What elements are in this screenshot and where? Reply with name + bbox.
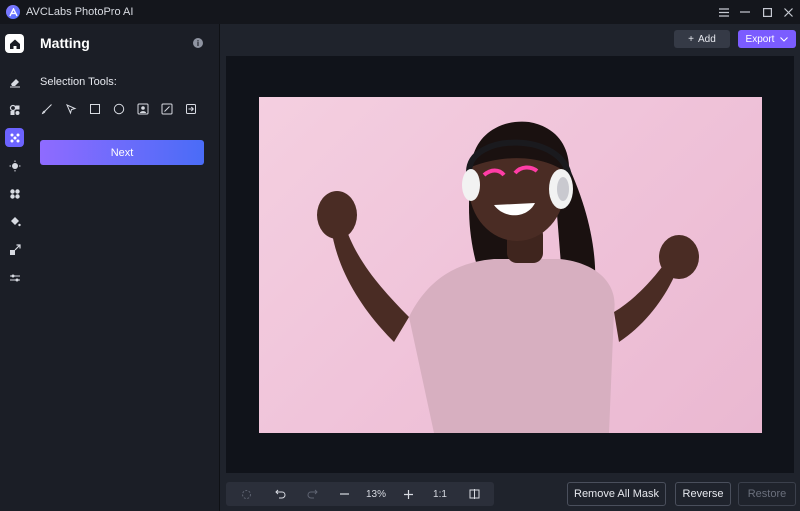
info-icon[interactable]: i [193,38,203,48]
app-title: AVCLabs PhotoPro AI [26,6,134,18]
tool-rail [0,24,29,511]
compare-icon[interactable] [466,482,482,506]
minimize-icon[interactable] [737,4,753,20]
brush-icon[interactable] [40,102,53,115]
close-icon[interactable] [780,4,796,20]
portrait-select-icon[interactable] [136,102,149,115]
zoom-toolbar: 13% 1:1 [226,482,494,506]
add-button[interactable]: + Add [674,30,730,48]
upscale-icon[interactable] [5,240,24,259]
add-button-label: Add [698,33,716,45]
restore-button[interactable]: Restore [738,482,796,506]
workspace: + Add Export 13% 1:1 Remove All Mask Rev… [220,24,800,511]
remove-all-mask-button[interactable]: Remove All Mask [567,482,666,506]
app-logo [6,5,20,19]
enhance-icon[interactable] [5,156,24,175]
image-canvas[interactable] [226,56,794,473]
export-button-label: Export [745,33,775,45]
paint-bucket-icon[interactable] [5,212,24,231]
eraser-icon[interactable] [5,72,24,91]
panel-title: Matting [40,35,90,51]
plus-icon: + [688,33,695,45]
reverse-button[interactable]: Reverse [675,482,731,506]
zoom-out-icon[interactable] [336,482,352,506]
refresh-icon[interactable] [238,482,254,506]
chevron-down-icon [780,34,789,45]
title-bar: AVCLabs PhotoPro AI [0,0,800,24]
actual-size-button[interactable]: 1:1 [428,482,452,506]
edit-icon[interactable] [160,102,173,115]
photo-illustration [317,121,699,433]
import-icon[interactable] [184,102,197,115]
maximize-icon[interactable] [759,4,775,20]
matting-icon[interactable] [5,128,24,147]
matting-panel: Matting i Selection Tools: Next [29,24,219,511]
zoom-in-icon[interactable] [400,482,416,506]
selection-tools [40,102,197,115]
next-button[interactable]: Next [40,140,204,165]
photo[interactable] [259,97,762,433]
redo-icon[interactable] [304,482,320,506]
ellipse-select-icon[interactable] [112,102,125,115]
undo-icon[interactable] [272,482,288,506]
zoom-level: 13% [365,488,386,500]
shapes-icon[interactable] [5,100,24,119]
select-arrow-icon[interactable] [64,102,77,115]
home-icon[interactable] [5,34,24,53]
fan-icon[interactable] [5,184,24,203]
adjust-sliders-icon[interactable] [5,268,24,287]
export-button[interactable]: Export [738,30,796,48]
selection-tools-label: Selection Tools: [40,76,117,88]
top-actions: + Add Export [674,30,796,48]
menu-icon[interactable] [716,4,732,20]
rectangle-select-icon[interactable] [88,102,101,115]
